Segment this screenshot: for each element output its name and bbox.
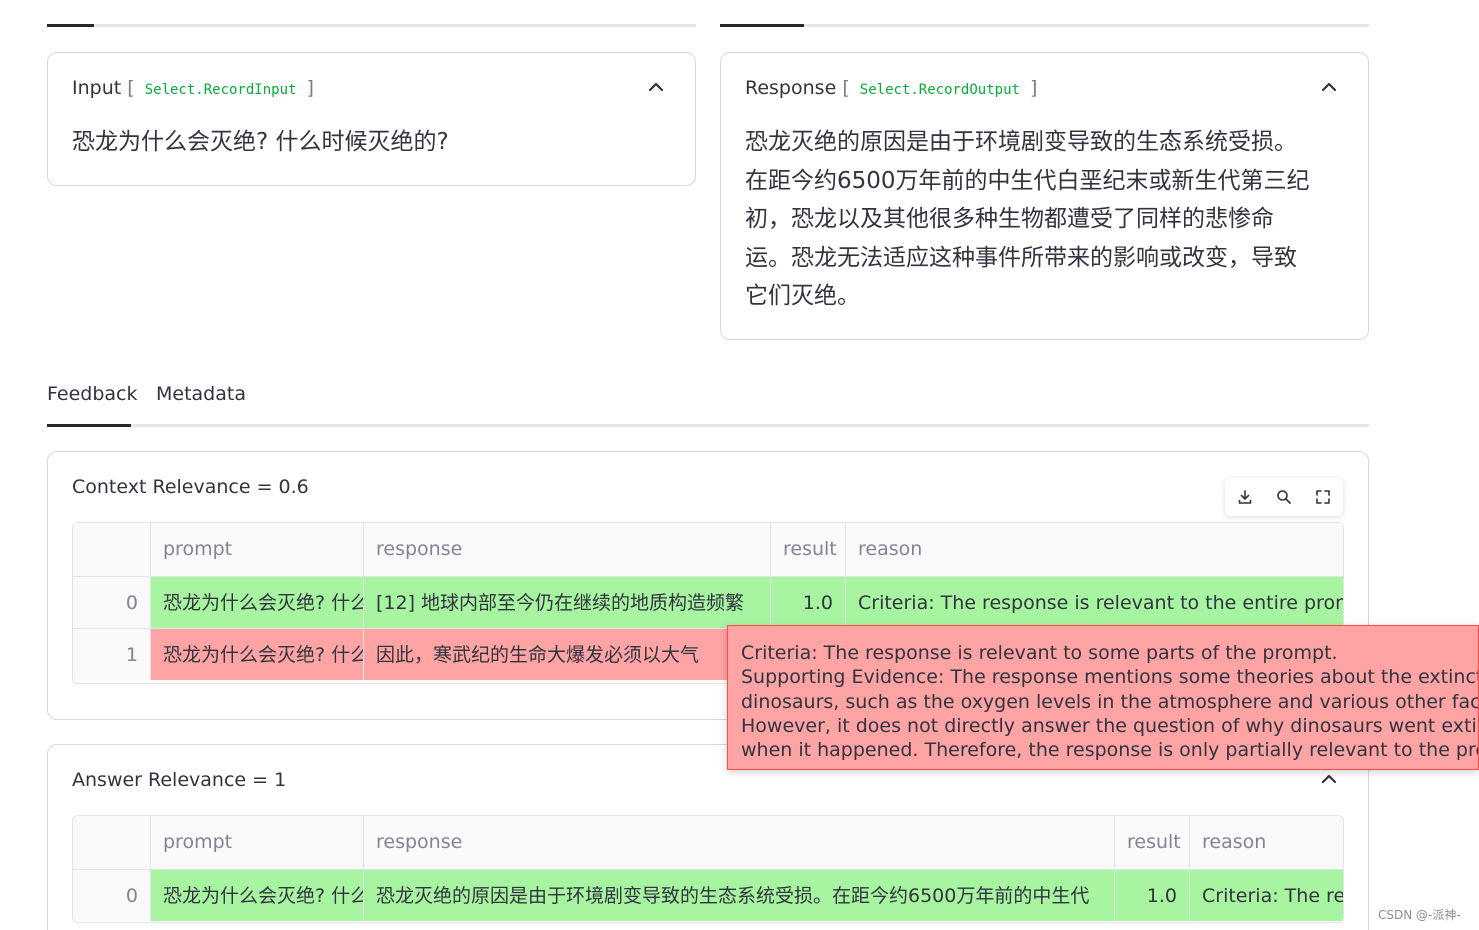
response-cell[interactable]: 因此，寒武纪的生命大爆发必须以大气 — [363, 629, 770, 680]
reason-cell[interactable]: Criteria: The response — [1189, 870, 1343, 921]
row-index: 0 — [73, 870, 150, 921]
answer-relevance-table[interactable]: prompt response result reason 0 恐龙为什么会灭绝… — [72, 815, 1344, 923]
table-header-row: prompt response result reason — [73, 816, 1343, 869]
input-text: 恐龙为什么会灭绝? 什么时候灭绝的? — [72, 129, 449, 155]
column-header-response[interactable]: response — [363, 523, 770, 576]
fullscreen-icon[interactable] — [1314, 488, 1332, 506]
response-line: 运。恐龙无法适应这种事件所带来的影响或改变，导致 — [745, 244, 1297, 271]
chevron-up-icon[interactable] — [1320, 770, 1338, 788]
input-card: Input [ Select.RecordInput ] 恐龙为什么会灭绝? 什… — [47, 52, 696, 186]
row-index: 1 — [73, 629, 150, 680]
record-output-selector: Select.RecordOutput — [859, 82, 1020, 98]
result-cell[interactable]: 1.0 — [770, 577, 845, 628]
row-index: 0 — [73, 577, 150, 628]
record-input-selector: Select.RecordInput — [144, 82, 297, 98]
response-text: 恐龙灭绝的原因是由于环境剧变导致的生态系统受损。 在距今约6500万年前的中生代… — [745, 123, 1310, 316]
response-card: Response [ Select.RecordOutput ] 恐龙灭绝的原因… — [720, 52, 1369, 340]
column-header-index[interactable] — [73, 523, 150, 576]
response-line: 它们灭绝。 — [745, 283, 860, 309]
download-icon[interactable] — [1236, 488, 1254, 506]
tooltip-line: when it happened. Therefore, the respons… — [741, 739, 1479, 762]
tab-active-indicator — [47, 424, 131, 427]
chevron-up-icon[interactable] — [1320, 78, 1338, 96]
result-cell[interactable]: 1.0 — [1114, 870, 1189, 921]
response-label: Response — [745, 77, 837, 99]
tooltip-line: However, it does not directly answer the… — [741, 714, 1479, 737]
response-line: 初，恐龙以及其他很多种生物都遭受了同样的悲惨命 — [745, 206, 1274, 232]
close-bracket: ] — [1029, 77, 1038, 99]
column-header-prompt[interactable]: prompt — [150, 816, 363, 869]
table-header-row: prompt response result reason — [73, 523, 1343, 576]
column-header-reason[interactable]: reason — [845, 523, 1343, 576]
tab-metadata[interactable]: Metadata — [156, 380, 246, 426]
prompt-cell[interactable]: 恐龙为什么会灭绝? 什么时候灭绝的? — [150, 870, 363, 921]
response-line: 恐龙灭绝的原因是由于环境剧变导致的生态系统受损。 — [745, 129, 1297, 155]
table-row[interactable]: 0 恐龙为什么会灭绝? 什么时候灭绝的? [12] 地球内部至今仍在继续的地质构… — [73, 576, 1343, 628]
response-card-title: Response [ Select.RecordOutput ] — [745, 77, 1037, 99]
chevron-up-icon[interactable] — [647, 78, 665, 96]
context-relevance-title: Context Relevance = 0.6 — [72, 476, 309, 498]
input-label: Input — [72, 77, 122, 99]
column-header-reason[interactable]: reason — [1189, 816, 1343, 869]
column-header-index[interactable] — [73, 816, 150, 869]
dataframe-toolbar — [1225, 478, 1343, 516]
response-tab-underline — [720, 24, 1369, 27]
open-bracket: [ — [127, 77, 135, 99]
answer-relevance-card: Answer Relevance = 1 prompt response res… — [47, 744, 1369, 930]
response-line: 在距今约6500万年前的中生代白垩纪末或新生代第三纪 — [745, 167, 1310, 194]
tab-feedback[interactable]: Feedback — [47, 380, 137, 426]
prompt-cell[interactable]: 恐龙为什么会灭绝? 什么时候灭绝的? — [150, 577, 363, 628]
search-icon[interactable] — [1275, 488, 1293, 506]
reason-tooltip: Criteria: The response is relevant to so… — [727, 625, 1479, 770]
prompt-cell[interactable]: 恐龙为什么会灭绝? 什么时候灭绝的? — [150, 629, 363, 680]
table-row[interactable]: 0 恐龙为什么会灭绝? 什么时候灭绝的? 恐龙灭绝的原因是由于环境剧变导致的生态… — [73, 869, 1343, 921]
open-bracket: [ — [842, 77, 850, 99]
tooltip-line: Supporting Evidence: The response mentio… — [741, 666, 1479, 689]
input-tab-underline — [47, 24, 696, 27]
response-cell[interactable]: 恐龙灭绝的原因是由于环境剧变导致的生态系统受损。在距今约6500万年前的中生代 — [363, 870, 1114, 921]
column-header-result[interactable]: result — [770, 523, 845, 576]
column-header-result[interactable]: result — [1114, 816, 1189, 869]
tooltip-line: dinosaurs, such as the oxygen levels in … — [741, 690, 1479, 713]
answer-relevance-title: Answer Relevance = 1 — [72, 769, 287, 791]
tooltip-line: Criteria: The response is relevant to so… — [741, 642, 1338, 664]
tabs-baseline — [47, 424, 1369, 427]
response-cell[interactable]: [12] 地球内部至今仍在继续的地质构造频繁 — [363, 577, 770, 628]
input-card-title: Input [ Select.RecordInput ] — [72, 77, 314, 99]
column-header-prompt[interactable]: prompt — [150, 523, 363, 576]
watermark: CSDN @-派神- — [1378, 908, 1461, 922]
close-bracket: ] — [306, 77, 314, 99]
detail-tabs: Feedback Metadata — [47, 380, 1369, 428]
column-header-response[interactable]: response — [363, 816, 1114, 869]
reason-cell[interactable]: Criteria: The response is relevant to th… — [845, 577, 1343, 628]
